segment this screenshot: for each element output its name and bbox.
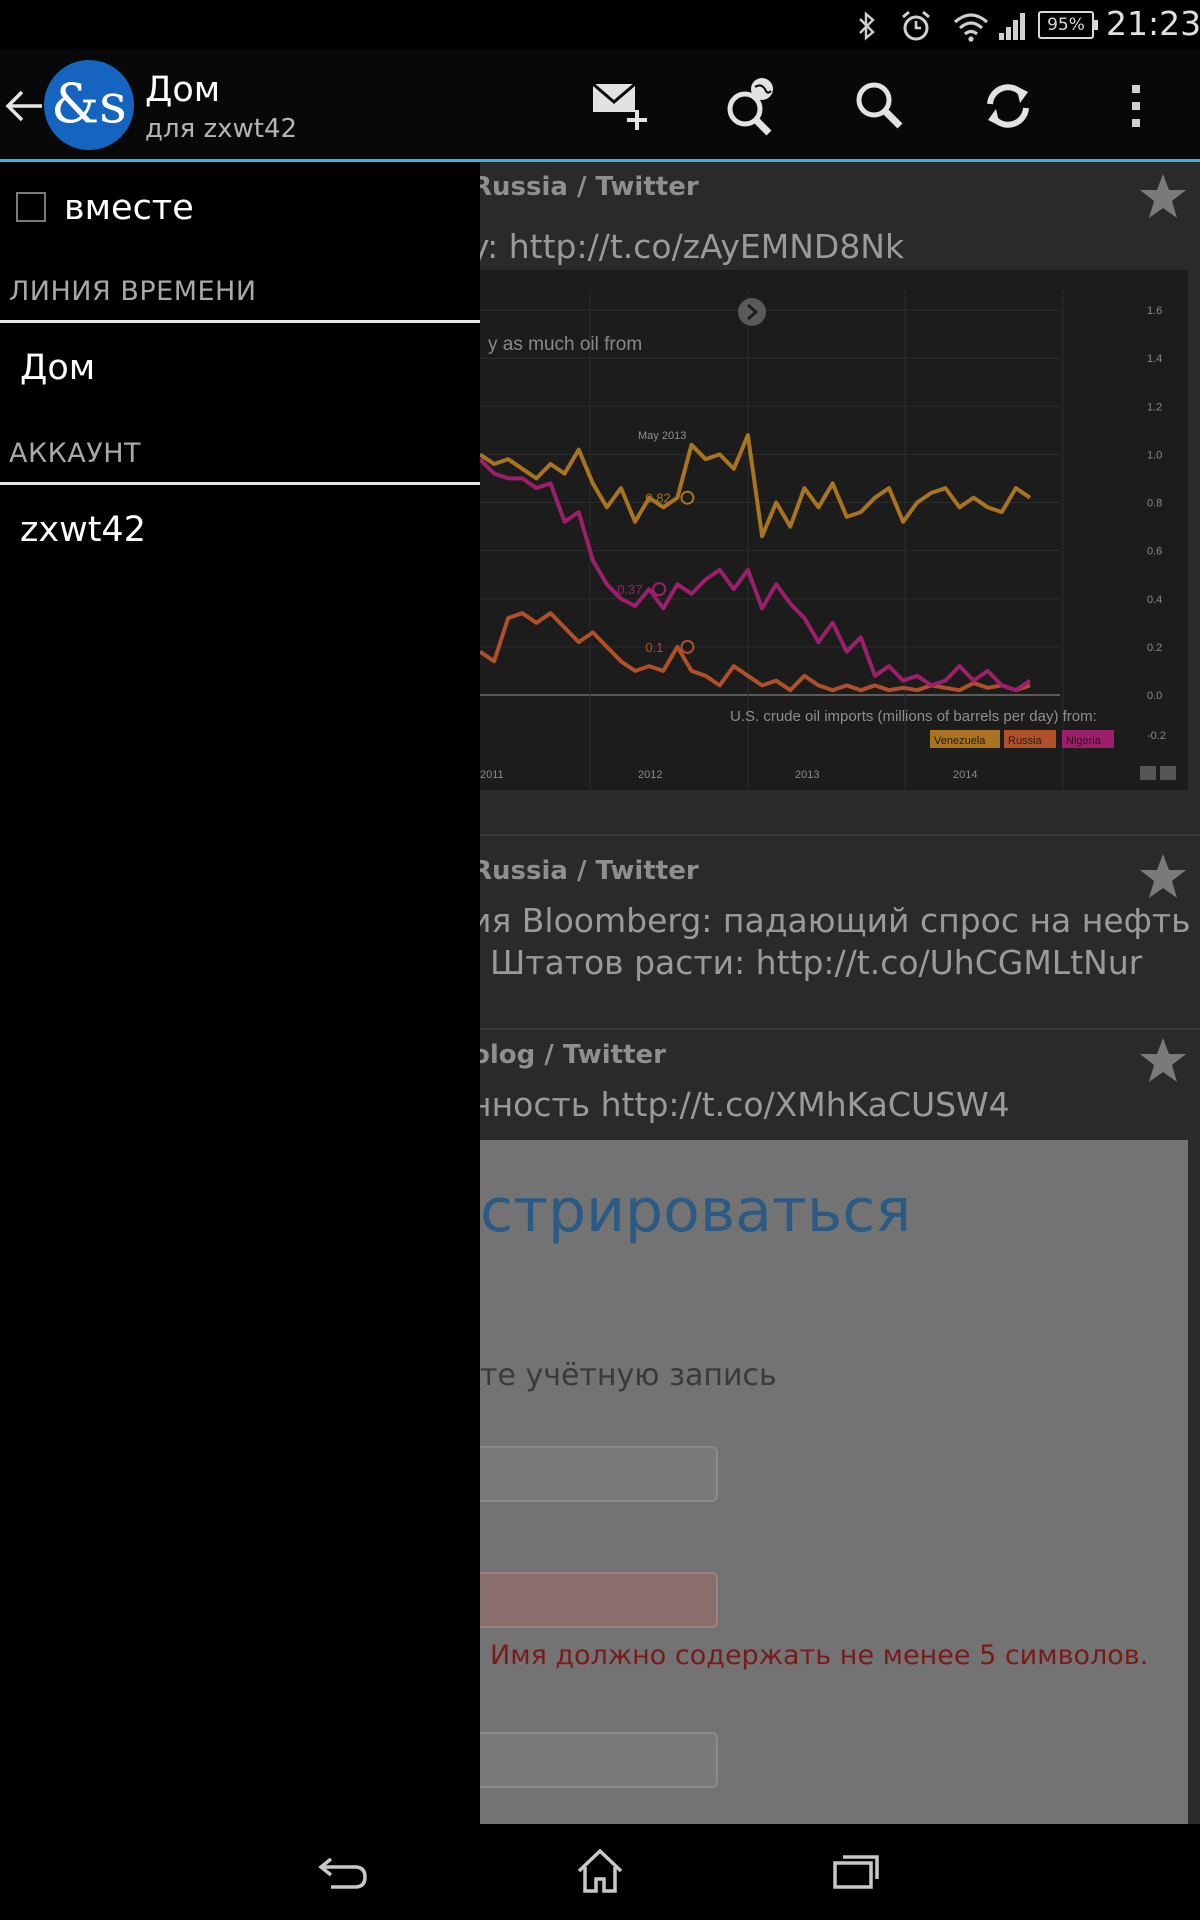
- tweet-item[interactable]: Russia / Twitter ия Bloomberg: падающий …: [480, 838, 1200, 1030]
- tweet-text: нность http://t.co/XMhKaCUSW4: [480, 1085, 1010, 1124]
- drawer-item-account[interactable]: zxwt42: [20, 510, 146, 550]
- chart-legend-label: Venezuela: [934, 735, 986, 747]
- section-header-timeline: ЛИНИЯ ВРЕМЕНИ: [9, 276, 257, 307]
- chart-ytick-label: 0.2: [1147, 642, 1162, 654]
- tweet-author: Russia / Twitter: [480, 172, 699, 202]
- divider: [480, 834, 1200, 836]
- drawer-item-home[interactable]: Дом: [20, 348, 95, 388]
- chart-ytick-label: 1.4: [1147, 353, 1162, 365]
- chart-caption: U.S. crude oil imports (millions of barr…: [730, 708, 1097, 725]
- tweet-text: y: http://t.co/zAyEMND8Nk: [480, 227, 905, 266]
- star-icon[interactable]: [1138, 852, 1188, 902]
- chart-legend-label: Russia: [1008, 735, 1043, 747]
- star-icon[interactable]: [1138, 172, 1188, 222]
- svg-text:&s: &s: [51, 72, 127, 135]
- chart-xtick-label: 2011: [480, 769, 504, 781]
- chart-ytick-label: 0.8: [1147, 498, 1162, 510]
- chart-annotation-marker: [680, 639, 695, 654]
- star-icon[interactable]: [1138, 1036, 1188, 1086]
- chart-ytick-label: 1.0: [1147, 449, 1162, 461]
- signal-icon: [996, 8, 1030, 44]
- tweet-author: olog / Twitter: [480, 1040, 666, 1070]
- alarm-icon: [896, 8, 936, 44]
- home-icon[interactable]: [560, 1838, 640, 1904]
- tweet-text: Штатов расти: http://t.co/UhCGMLtNur: [490, 943, 1143, 982]
- chart-annotation-label: 0.37: [617, 582, 642, 597]
- wifi-icon: [950, 8, 992, 44]
- tweet-signup-image[interactable]: стрироваться те учётную запись Имя должн…: [480, 1140, 1188, 1824]
- global-search-icon[interactable]: [714, 70, 786, 142]
- chart-ytick-label: 0.4: [1147, 594, 1162, 606]
- chart-annotation-label: 0.82: [645, 491, 670, 506]
- signup-field: [480, 1732, 718, 1788]
- status-bar: 95% 21:23: [0, 0, 1200, 50]
- bluetooth-icon: [852, 8, 882, 44]
- search-icon[interactable]: [844, 70, 916, 142]
- navigation-drawer: вместе ЛИНИЯ ВРЕМЕНИ Дом АККАУНТ zxwt42: [0, 162, 480, 1824]
- chart-annotation-label: 0.1: [645, 640, 663, 655]
- oil-imports-chart: y as much oil from 0.82 0.37 0.1 1.6 1.4 1.2…: [480, 290, 1176, 790]
- chart-xtick-label: 2013: [795, 769, 819, 781]
- tweet-text: ия Bloomberg: падающий спрос на нефть: [480, 901, 1191, 940]
- section-header-account: АККАУНТ: [9, 438, 142, 469]
- twitter-share-icon: [1140, 766, 1156, 780]
- app-logo[interactable]: &s: [44, 60, 134, 150]
- action-bar: &s Дом для zxwt42: [0, 50, 1200, 162]
- chart-marker-label: May 2013: [638, 430, 686, 442]
- recent-apps-icon[interactable]: [816, 1838, 896, 1904]
- chart-xtick-label: 2014: [953, 769, 977, 781]
- page-subtitle: для zxwt42: [145, 114, 298, 144]
- chart-ytick-label: 0.0: [1147, 690, 1162, 702]
- signup-title: стрироваться: [480, 1176, 912, 1246]
- chart-ytick-label: 0.6: [1147, 546, 1162, 558]
- tweet-author: Russia / Twitter: [480, 856, 699, 886]
- chart-annotation-marker: [680, 490, 695, 505]
- chart-next-icon: [738, 298, 766, 326]
- compose-message-icon[interactable]: [584, 70, 656, 142]
- signup-field: [480, 1446, 718, 1502]
- signup-error-text: Имя должно содержать не менее 5 символов…: [490, 1640, 1149, 1671]
- divider: [480, 1028, 1200, 1030]
- battery-indicator: 95%: [1038, 11, 1098, 39]
- facebook-share-icon: [1160, 766, 1176, 780]
- section-divider: [0, 320, 480, 323]
- chart-ytick-label: -0.2: [1147, 730, 1166, 742]
- section-divider: [0, 482, 480, 485]
- chart-annotation-marker: [652, 582, 667, 597]
- signup-field-error: [480, 1572, 718, 1628]
- chart-xtick-label: 2012: [638, 769, 662, 781]
- tweet-item[interactable]: Russia / Twitter y: http://t.co/zAyEMND8…: [480, 162, 1200, 836]
- navigation-bar: [0, 1824, 1200, 1920]
- chart-ytick-label: 1.2: [1147, 401, 1162, 413]
- back-arrow-icon[interactable]: [2, 84, 46, 128]
- timeline[interactable]: Russia / Twitter y: http://t.co/zAyEMND8…: [480, 162, 1200, 1824]
- refresh-icon[interactable]: [972, 70, 1044, 142]
- app-logo-mark: &s: [51, 72, 127, 135]
- chart-title: y as much oil from: [488, 334, 642, 355]
- chart-ytick-label: 1.6: [1147, 305, 1162, 317]
- chart-legend-label: Nigeria: [1066, 735, 1102, 747]
- together-label[interactable]: вместе: [64, 188, 194, 228]
- together-checkbox[interactable]: [16, 192, 46, 222]
- overflow-menu-icon[interactable]: [1100, 70, 1172, 142]
- clock: 21:23: [1106, 4, 1200, 43]
- back-icon[interactable]: [304, 1838, 384, 1904]
- page-title: Дом: [145, 70, 221, 110]
- tweet-chart-image[interactable]: y as much oil from 0.82 0.37 0.1 1.6 1.4 1.2…: [480, 270, 1188, 790]
- signup-hint: те учётную запись: [480, 1358, 777, 1393]
